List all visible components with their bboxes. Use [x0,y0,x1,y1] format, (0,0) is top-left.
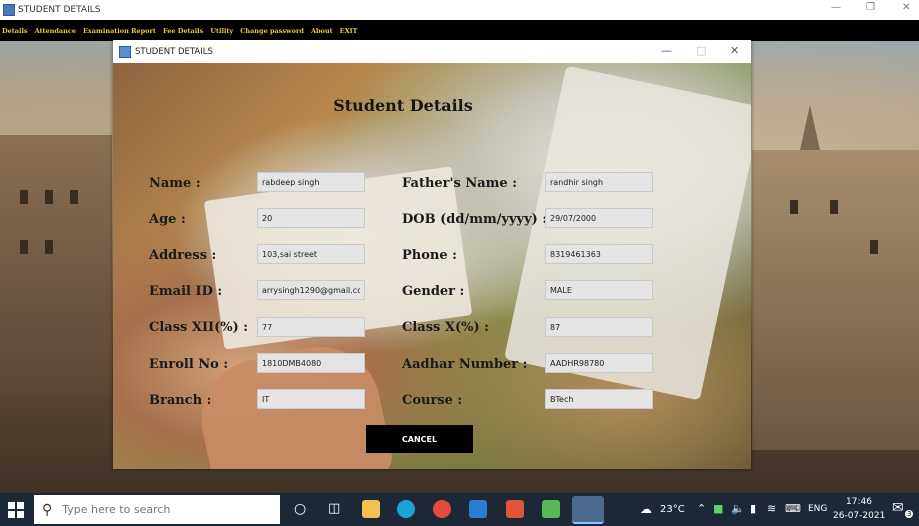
fathers-name-label: Father's Name : [402,176,518,191]
menu-item-details[interactable]: Details [2,27,28,35]
building-window [70,190,78,204]
class-xii-label: Class XII(%) : [149,320,249,335]
campus-building-left [0,135,112,395]
vscode-icon[interactable] [469,500,487,518]
menu-bar: Details Attendance Examination Report Fe… [0,20,919,41]
name-label: Name : [149,176,201,191]
java-app-icon [3,4,15,16]
windows-start-icon[interactable] [8,502,24,518]
notification-icon[interactable]: ✉ [892,500,904,516]
file-explorer-icon[interactable] [362,500,380,518]
address-field[interactable] [257,244,365,264]
building-window [45,190,53,204]
security-icon[interactable]: ■ [713,502,723,515]
form-title: Student Details [333,96,473,115]
java-window-icon [119,45,131,58]
email-label: Email ID : [149,284,223,299]
clock-time[interactable]: 17:46 [846,497,872,507]
maximize-icon[interactable]: ❐ [866,2,875,13]
clock-date[interactable]: 26-07-2021 [833,511,885,521]
menu-item-examination-report[interactable]: Examination Report [83,27,156,35]
maximize-icon: □ [696,44,707,57]
menu-item-about[interactable]: About [311,27,333,35]
phone-label: Phone : [402,248,457,263]
enroll-no-label: Enroll No : [149,357,229,372]
inner-window-titlebar: STUDENT DETAILS — □ ✕ [113,40,751,63]
cortana-icon[interactable]: ○ [294,501,306,517]
building-window [870,240,878,254]
inner-window-title: STUDENT DETAILS [135,46,213,57]
taskbar-search[interactable]: ⚲ [34,495,280,524]
class-x-field[interactable] [545,317,653,337]
menu-item-fee-details[interactable]: Fee Details [163,27,203,35]
gender-field[interactable] [545,280,653,300]
keyboard-icon[interactable]: ⌨ [785,502,801,515]
building-window [20,240,28,254]
form-panel: Student Details Name : Age : Address : E… [113,63,751,469]
office-icon[interactable] [506,500,524,518]
class-x-label: Class X(%) : [402,320,489,335]
address-label: Address : [149,248,217,263]
chrome-icon[interactable] [433,500,451,518]
class-xii-field[interactable] [257,317,365,337]
volume-icon[interactable]: 🔈 [731,502,745,515]
menu-item-attendance[interactable]: Attendance [35,27,76,35]
cancel-button[interactable]: CANCEL [366,425,473,453]
fathers-name-field[interactable] [545,172,653,192]
building-window [790,200,798,214]
book-page-decoration [503,65,751,401]
minimize-icon[interactable]: — [831,2,841,13]
course-field[interactable] [545,389,653,409]
dob-field[interactable] [545,208,653,228]
age-label: Age : [149,212,186,227]
gender-label: Gender : [402,284,465,299]
menu-item-utility[interactable]: Utility [210,27,233,35]
age-field[interactable] [257,208,365,228]
weather-temperature[interactable]: 23°C [660,504,685,515]
branch-label: Branch : [149,393,212,408]
close-icon[interactable]: ✕ [730,44,739,57]
student-details-window: STUDENT DETAILS — □ ✕ Student Details Na… [113,40,751,469]
close-icon[interactable]: ✕ [902,2,910,13]
aadhar-number-field[interactable] [545,353,653,373]
enroll-no-field[interactable] [257,353,365,373]
notification-count-badge: 3 [905,510,914,518]
outer-window-titlebar: STUDENT DETAILS — ❐ ✕ [0,0,919,20]
outer-window-title: STUDENT DETAILS [18,5,101,15]
building-window [45,240,53,254]
windows-taskbar: ⚲ ○ ◫ ☁ 23°C ⌃ ■ 🔈 ▮ ≋ ⌨ ENG 17:46 26-07… [0,493,919,526]
edge-icon[interactable] [397,500,415,518]
building-window [20,190,28,204]
dob-label: DOB (dd/mm/yyyy) : [402,212,548,227]
battery-icon[interactable]: ▮ [750,502,756,515]
branch-field[interactable] [257,389,365,409]
app-icon[interactable] [542,500,560,518]
search-input[interactable] [62,503,263,516]
campus-building-right [752,150,919,450]
name-field[interactable] [257,172,365,192]
course-label: Course : [402,393,463,408]
minimize-icon[interactable]: — [661,44,672,57]
java-app-taskbar-icon[interactable] [572,496,604,524]
aadhar-number-label: Aadhar Number : [402,357,528,372]
building-window [830,200,838,214]
email-field[interactable] [257,280,365,300]
chevron-up-icon[interactable]: ⌃ [697,502,706,515]
task-view-icon[interactable]: ◫ [328,501,340,516]
menu-item-change-password[interactable]: Change password [240,27,304,35]
phone-field[interactable] [545,244,653,264]
wifi-icon[interactable]: ≋ [767,502,776,515]
menu-item-exit[interactable]: EXIT [340,27,358,35]
search-icon: ⚲ [42,501,53,518]
campus-spire [800,105,820,150]
weather-icon[interactable]: ☁ [640,502,652,516]
language-indicator[interactable]: ENG [808,504,827,514]
